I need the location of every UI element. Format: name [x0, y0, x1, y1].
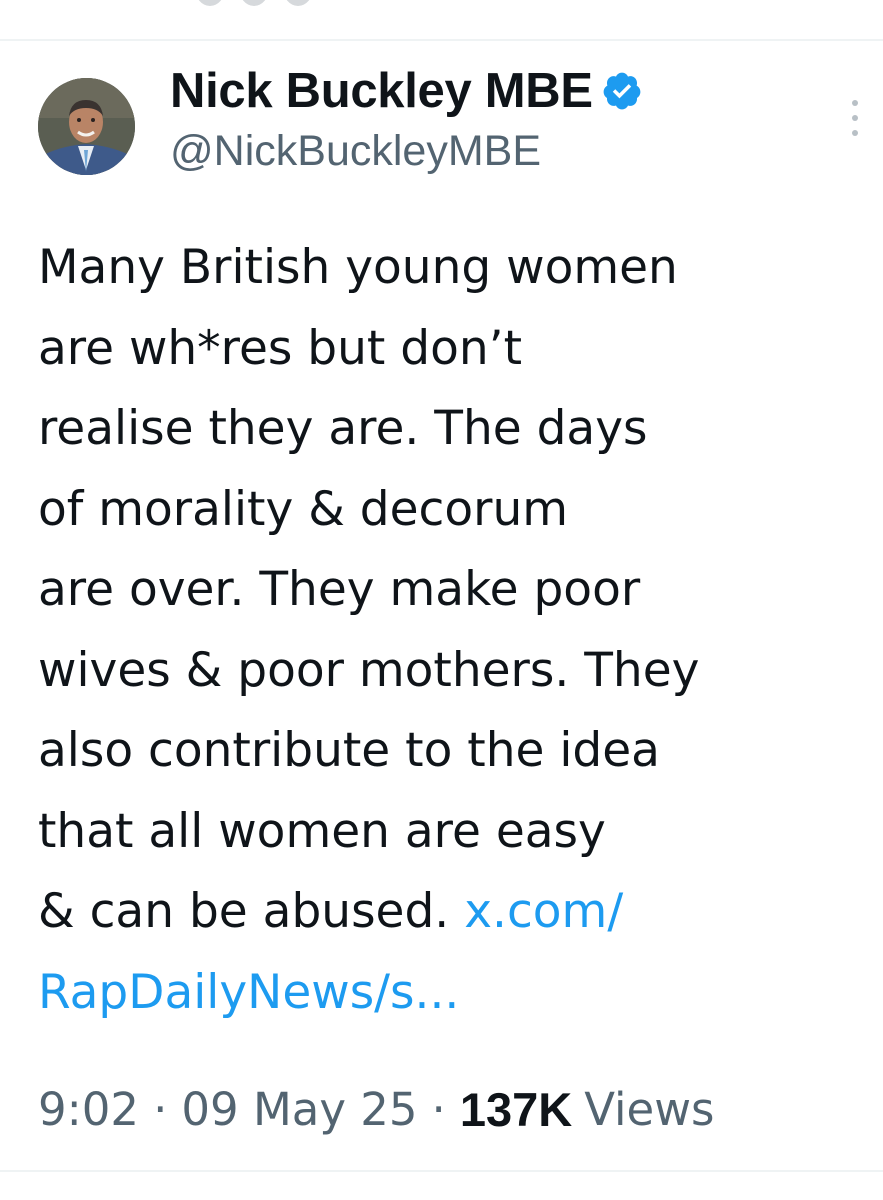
more-options-button[interactable] — [842, 96, 868, 140]
author-name-row[interactable]: Nick Buckley MBE — [170, 60, 643, 122]
bottom-divider — [0, 1170, 883, 1172]
cropped-icon — [195, 0, 225, 6]
avatar-photo-icon — [38, 78, 135, 175]
views-label: Views — [584, 1083, 715, 1136]
more-dot — [852, 100, 858, 106]
tweet-line: that all women are easy — [38, 803, 606, 859]
more-dot — [852, 115, 858, 121]
avatar[interactable] — [38, 78, 135, 175]
tweet-link-continued[interactable]: RapDailyNews/s... — [38, 965, 459, 1020]
tweet-text: Many British young women are wh*res but … — [38, 228, 868, 1033]
tweet-line: also contribute to the idea — [38, 723, 660, 778]
views-count[interactable]: 137K — [460, 1082, 572, 1137]
verified-badge-icon — [601, 70, 643, 112]
tweet-line: RapDailyNews/s... — [38, 953, 868, 1034]
tweet-line-with-link: & can be abused. x.com/ — [38, 872, 868, 953]
tweet-time[interactable]: 9:02 — [38, 1083, 139, 1136]
tweet-date[interactable]: 09 May 25 — [181, 1083, 417, 1136]
meta-separator: · — [431, 1083, 446, 1136]
tweet-line: realise they are. The days — [38, 401, 648, 456]
tweet-link[interactable]: x.com/ — [464, 884, 623, 939]
author-display-name[interactable]: Nick Buckley MBE — [170, 63, 593, 119]
cropped-icon — [239, 0, 269, 6]
cropped-top-icons — [195, 0, 335, 6]
more-dot — [852, 130, 858, 136]
cropped-icon — [283, 0, 313, 6]
tweet-line: are over. They make poor — [38, 562, 641, 617]
author-handle[interactable]: @NickBuckleyMBE — [170, 127, 541, 176]
tweet-line: wives & poor mothers. They — [38, 642, 700, 698]
tweet-line-text: & can be abused. — [38, 884, 465, 939]
meta-separator: · — [153, 1083, 168, 1136]
tweet-line: Many British young women — [38, 240, 678, 295]
tweet-line: of morality & decorum — [38, 481, 569, 537]
tweet-page: Nick Buckley MBE @NickBuckleyMBE Many Br… — [0, 0, 883, 1200]
tweet-line: are wh*res but don’t — [38, 320, 523, 376]
tweet-meta: 9:02 · 09 May 25 · 137K Views — [38, 1082, 714, 1137]
top-divider — [0, 39, 883, 41]
